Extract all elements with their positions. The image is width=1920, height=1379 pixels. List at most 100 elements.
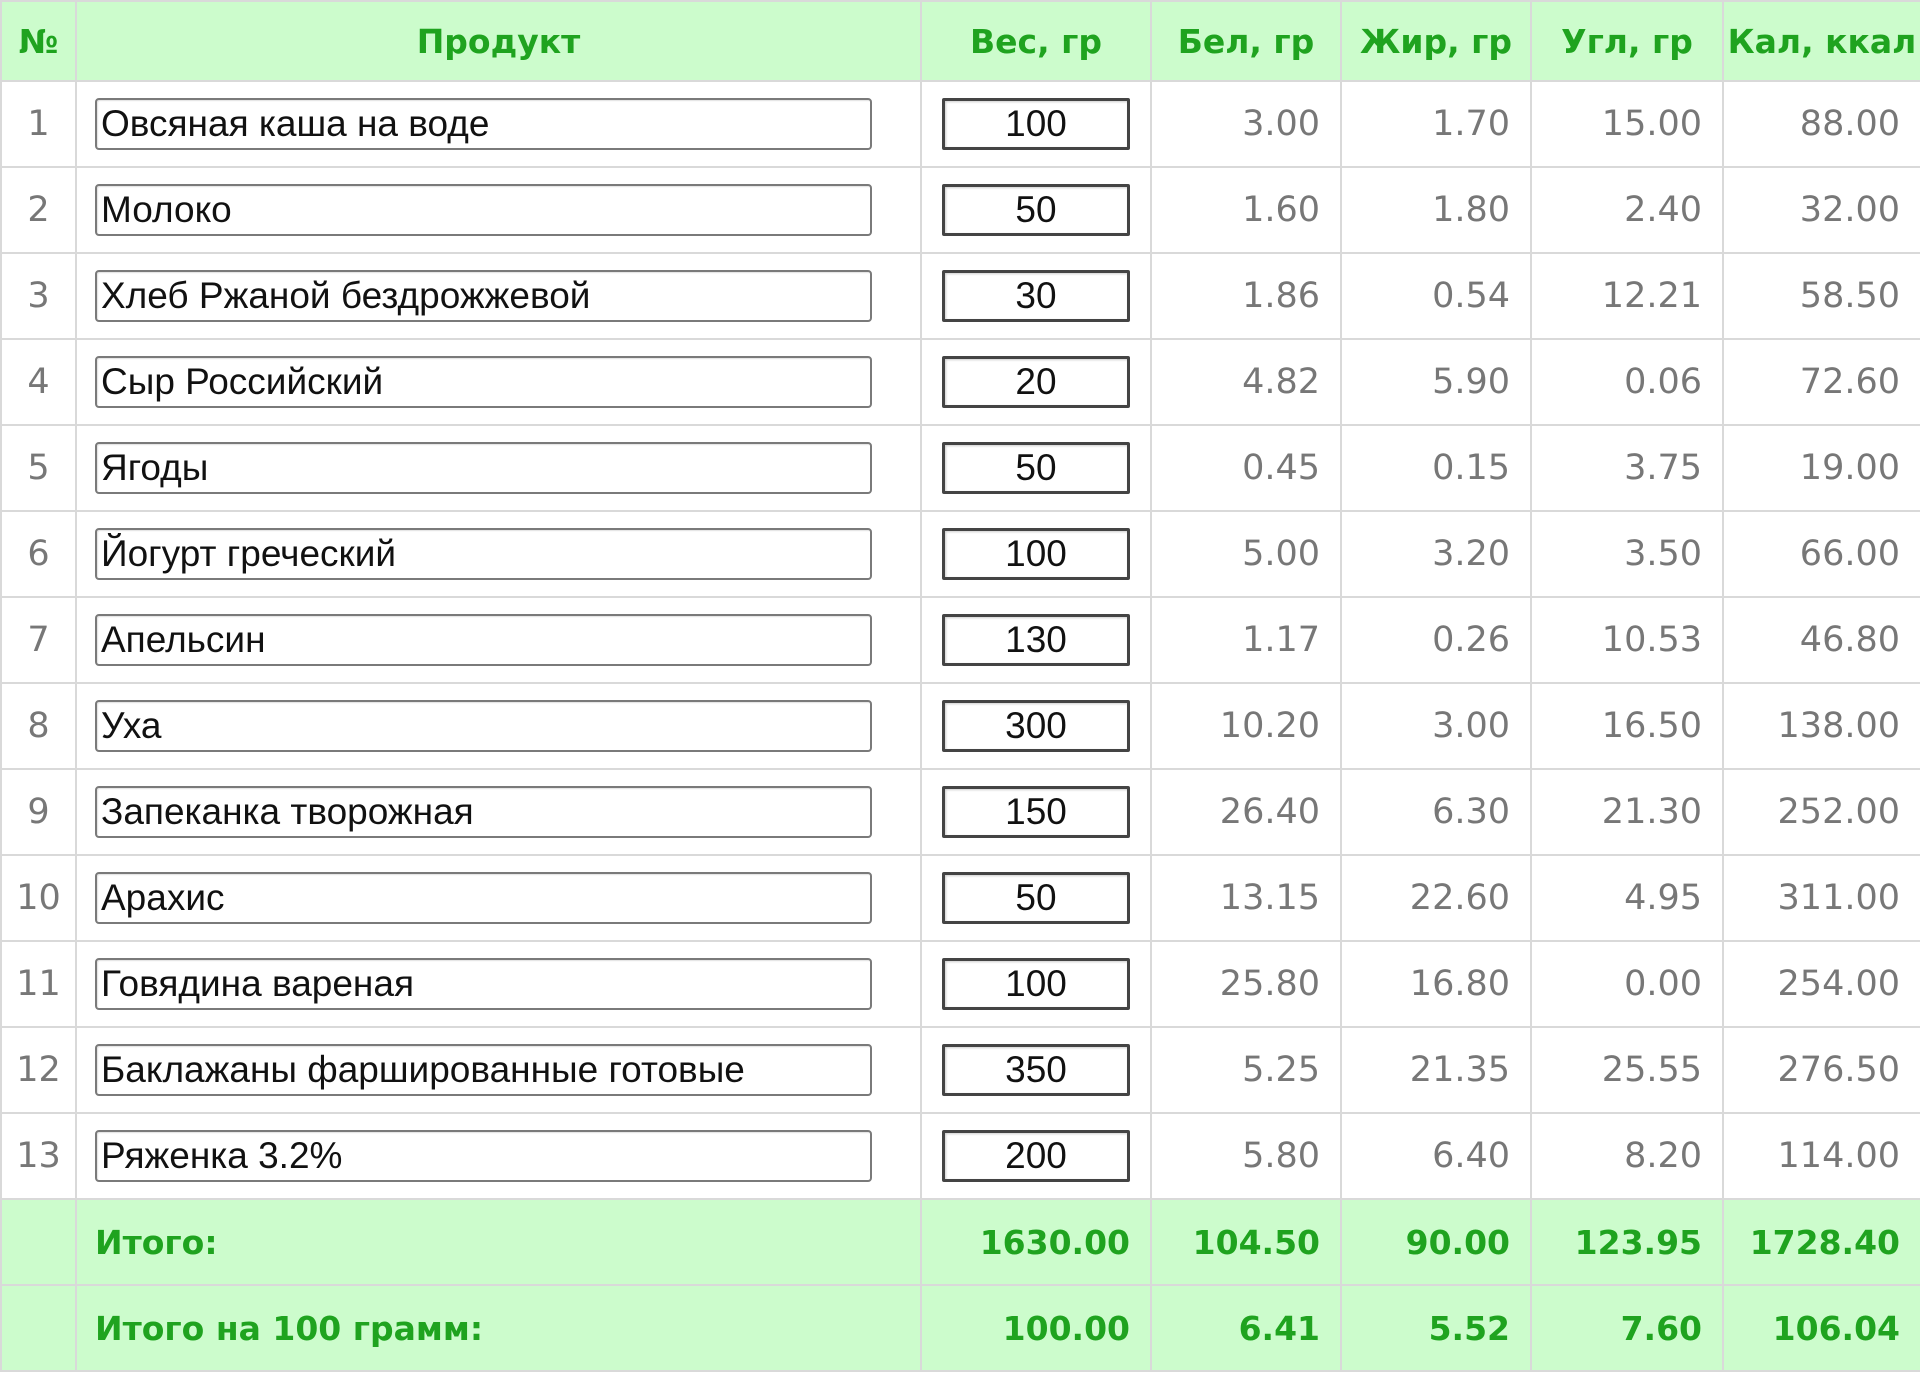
row-number: 5 — [0, 424, 77, 512]
fat-value: 22.60 — [1340, 854, 1532, 942]
fat-value: 1.80 — [1340, 166, 1532, 254]
product-input[interactable] — [95, 958, 872, 1010]
weight-cell — [920, 424, 1152, 512]
weight-cell — [920, 252, 1152, 340]
header-carbs: Угл, гр — [1530, 0, 1724, 82]
weight-input[interactable] — [942, 872, 1130, 924]
protein-value: 13.15 — [1150, 854, 1342, 942]
totals-per100-weight: 100.00 — [920, 1284, 1152, 1372]
row-number: 2 — [0, 166, 77, 254]
totals-empty-cell — [0, 1198, 77, 1286]
protein-value: 26.40 — [1150, 768, 1342, 856]
carbs-value: 8.20 — [1530, 1112, 1724, 1200]
table-row: 13 5.80 6.40 8.20 114.00 — [0, 1112, 1920, 1200]
fat-value: 6.30 — [1340, 768, 1532, 856]
row-number: 1 — [0, 80, 77, 168]
table-row: 2 1.60 1.80 2.40 32.00 — [0, 166, 1920, 254]
product-cell — [75, 510, 922, 598]
table-row: 3 1.86 0.54 12.21 58.50 — [0, 252, 1920, 340]
carbs-value: 4.95 — [1530, 854, 1724, 942]
product-input[interactable] — [95, 786, 872, 838]
row-number: 9 — [0, 768, 77, 856]
product-input[interactable] — [95, 98, 872, 150]
carbs-value: 25.55 — [1530, 1026, 1724, 1114]
weight-input[interactable] — [942, 1130, 1130, 1182]
weight-cell — [920, 166, 1152, 254]
weight-input[interactable] — [942, 98, 1130, 150]
product-cell — [75, 252, 922, 340]
product-cell — [75, 854, 922, 942]
product-input[interactable] — [95, 528, 872, 580]
protein-value: 5.25 — [1150, 1026, 1342, 1114]
fat-value: 0.26 — [1340, 596, 1532, 684]
fat-value: 3.00 — [1340, 682, 1532, 770]
fat-value: 3.20 — [1340, 510, 1532, 598]
table-row: 9 26.40 6.30 21.30 252.00 — [0, 768, 1920, 856]
weight-input[interactable] — [942, 786, 1130, 838]
carbs-value: 15.00 — [1530, 80, 1724, 168]
protein-value: 1.60 — [1150, 166, 1342, 254]
product-input[interactable] — [95, 184, 872, 236]
carbs-value: 16.50 — [1530, 682, 1724, 770]
weight-input[interactable] — [942, 270, 1130, 322]
calories-value: 66.00 — [1722, 510, 1920, 598]
totals-fat: 90.00 — [1340, 1198, 1532, 1286]
table-row: 11 25.80 16.80 0.00 254.00 — [0, 940, 1920, 1028]
product-input[interactable] — [95, 270, 872, 322]
protein-value: 4.82 — [1150, 338, 1342, 426]
nutrition-table: № Продукт Вес, гр Бел, гр Жир, гр Угл, г… — [0, 0, 1920, 1372]
calories-value: 114.00 — [1722, 1112, 1920, 1200]
fat-value: 5.90 — [1340, 338, 1532, 426]
weight-input[interactable] — [942, 1044, 1130, 1096]
weight-input[interactable] — [942, 958, 1130, 1010]
carbs-value: 12.21 — [1530, 252, 1724, 340]
weight-input[interactable] — [942, 614, 1130, 666]
weight-cell — [920, 940, 1152, 1028]
header-row: № Продукт Вес, гр Бел, гр Жир, гр Угл, г… — [0, 0, 1920, 82]
weight-cell — [920, 338, 1152, 426]
weight-cell — [920, 1112, 1152, 1200]
row-number: 12 — [0, 1026, 77, 1114]
product-input[interactable] — [95, 442, 872, 494]
weight-cell — [920, 596, 1152, 684]
carbs-value: 21.30 — [1530, 768, 1724, 856]
totals-calories: 1728.40 — [1722, 1198, 1920, 1286]
totals-per100-empty-cell — [0, 1284, 77, 1372]
weight-cell — [920, 1026, 1152, 1114]
calories-value: 72.60 — [1722, 338, 1920, 426]
product-cell — [75, 1026, 922, 1114]
product-input[interactable] — [95, 700, 872, 752]
table-row: 12 5.25 21.35 25.55 276.50 — [0, 1026, 1920, 1114]
weight-input[interactable] — [942, 528, 1130, 580]
table-row: 6 5.00 3.20 3.50 66.00 — [0, 510, 1920, 598]
header-num: № — [0, 0, 77, 82]
carbs-value: 3.50 — [1530, 510, 1724, 598]
table-row: 1 3.00 1.70 15.00 88.00 — [0, 80, 1920, 168]
product-cell — [75, 166, 922, 254]
product-input[interactable] — [95, 1044, 872, 1096]
calories-value: 254.00 — [1722, 940, 1920, 1028]
weight-input[interactable] — [942, 184, 1130, 236]
protein-value: 0.45 — [1150, 424, 1342, 512]
totals-per100-row: Итого на 100 грамм: 100.00 6.41 5.52 7.6… — [0, 1284, 1920, 1372]
row-number: 10 — [0, 854, 77, 942]
fat-value: 6.40 — [1340, 1112, 1532, 1200]
table-row: 8 10.20 3.00 16.50 138.00 — [0, 682, 1920, 770]
weight-cell — [920, 510, 1152, 598]
product-cell — [75, 940, 922, 1028]
product-input[interactable] — [95, 614, 872, 666]
totals-row: Итого: 1630.00 104.50 90.00 123.95 1728.… — [0, 1198, 1920, 1286]
product-cell — [75, 596, 922, 684]
product-cell — [75, 682, 922, 770]
weight-input[interactable] — [942, 442, 1130, 494]
product-cell — [75, 1112, 922, 1200]
product-input[interactable] — [95, 356, 872, 408]
row-number: 13 — [0, 1112, 77, 1200]
totals-protein: 104.50 — [1150, 1198, 1342, 1286]
product-input[interactable] — [95, 1130, 872, 1182]
calories-value: 252.00 — [1722, 768, 1920, 856]
protein-value: 1.86 — [1150, 252, 1342, 340]
weight-input[interactable] — [942, 356, 1130, 408]
product-input[interactable] — [95, 872, 872, 924]
weight-input[interactable] — [942, 700, 1130, 752]
